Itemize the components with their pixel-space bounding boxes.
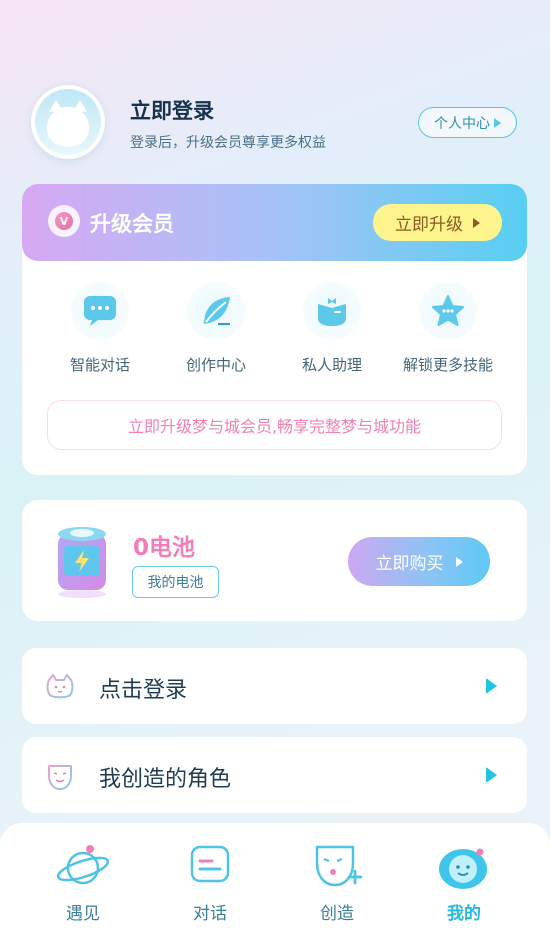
mask-plus-icon (309, 843, 365, 893)
smiley-icon (436, 843, 492, 893)
login-title[interactable]: 立即登录 (130, 95, 214, 125)
tab-create[interactable]: 创造 (282, 823, 392, 924)
vip-promo-banner[interactable]: 立即升级梦与城会员,畅享完整梦与城功能 (47, 400, 502, 450)
feature-label: 智能对话 (69, 356, 130, 374)
feature-label: 解锁更多技能 (402, 356, 493, 374)
buy-now-button[interactable]: 立即购买 (348, 537, 490, 586)
star-icon (419, 282, 477, 340)
tab-label: 创造 (320, 904, 354, 924)
menu-item-my-characters[interactable]: 我创造的角色 (22, 737, 527, 813)
feature-label: 私人助理 (301, 356, 362, 374)
cat-face-icon (46, 674, 74, 700)
mask-icon (46, 763, 74, 790)
play-arrow-icon (494, 117, 501, 128)
menu-item-login[interactable]: 点击登录 (22, 648, 527, 724)
menu-label: 我创造的角色 (99, 767, 232, 792)
my-battery-button[interactable]: 我的电池 (132, 566, 219, 598)
personal-center-label: 个人中心 (434, 115, 490, 132)
tab-chat[interactable]: 对话 (155, 823, 265, 924)
tab-label: 我的 (447, 904, 481, 924)
avatar[interactable] (31, 85, 105, 159)
vip-card: V 升级会员 立即升级 智能对话 创作中心 私人助理 解锁更多技能 立即升级梦与… (22, 184, 527, 475)
menu-label: 点击登录 (99, 678, 188, 703)
feature-creation-center[interactable]: 创作中心 (161, 282, 271, 375)
feature-unlock-skills[interactable]: 解锁更多技能 (393, 282, 503, 375)
login-subtitle: 登录后，升级会员尊享更多权益 (130, 135, 326, 151)
battery-balance: 0电池 (133, 535, 196, 561)
tab-meet[interactable]: 遇见 (28, 823, 138, 924)
vip-title: 升级会员 (90, 212, 174, 236)
personal-center-button[interactable]: 个人中心 (418, 107, 517, 138)
play-arrow-icon (473, 217, 480, 228)
buy-now-label: 立即购买 (375, 554, 444, 574)
leaf-pen-icon (187, 282, 245, 340)
play-arrow-icon (455, 556, 463, 567)
play-arrow-icon (486, 767, 497, 783)
vip-header: V 升级会员 立即升级 (22, 184, 527, 261)
play-arrow-icon (486, 678, 497, 694)
tab-label: 遇见 (66, 904, 100, 924)
feature-smart-chat[interactable]: 智能对话 (45, 282, 155, 375)
planet-icon (55, 843, 111, 893)
feature-private-assistant[interactable]: 私人助理 (277, 282, 387, 375)
upgrade-now-button[interactable]: 立即升级 (373, 204, 502, 241)
upgrade-now-label: 立即升级 (395, 215, 463, 235)
tab-label: 对话 (193, 904, 227, 924)
default-avatar-cat-icon (35, 89, 101, 155)
message-icon (182, 843, 238, 893)
feature-label: 创作中心 (185, 356, 246, 374)
vip-badge-icon: V (48, 205, 80, 237)
bottom-tab-bar: 遇见 对话 创造 我的 (0, 823, 550, 929)
tab-mine[interactable]: 我的 (409, 823, 519, 924)
battery-card: 0电池 我的电池 立即购买 (22, 500, 527, 621)
vip-features: 智能对话 创作中心 私人助理 解锁更多技能 (22, 282, 527, 382)
bow-tie-icon (303, 282, 361, 340)
battery-icon (56, 524, 108, 598)
chat-bubble-icon (71, 282, 129, 340)
